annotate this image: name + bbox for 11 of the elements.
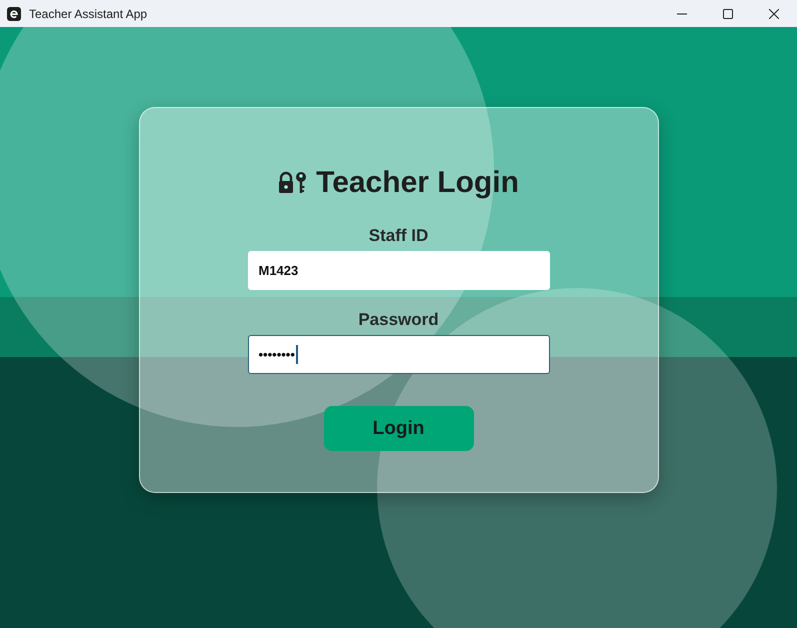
login-button[interactable]: Login	[324, 406, 474, 451]
window-title: Teacher Assistant App	[29, 6, 148, 20]
lock-and-key-icon	[278, 171, 308, 195]
app-icon	[7, 6, 21, 20]
input-field[interactable]: ••••••••	[248, 335, 550, 374]
close-icon	[769, 8, 779, 18]
maximize-icon	[723, 8, 733, 18]
field-label: Staff ID	[368, 226, 428, 246]
input-field[interactable]: M1423	[248, 251, 550, 290]
field-label: Password	[358, 310, 439, 330]
login-title: Teacher Login	[316, 166, 519, 200]
